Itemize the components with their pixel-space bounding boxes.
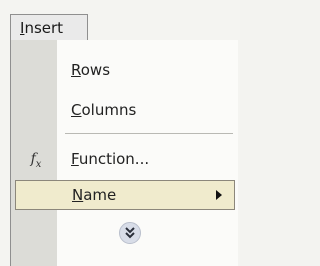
insert-dropdown-menu: Rows Columns fx Function... Name [10,40,238,266]
menu-item-name-label: Name [72,181,116,209]
double-chevron-down-icon [125,227,135,239]
menu-item-rows-label: Rows [71,54,110,86]
columns-label-rest: olumns [81,101,137,119]
menu-insert-label: nsert [24,19,64,37]
rows-accelerator: R [71,61,81,79]
menu-insert[interactable]: Insert [10,14,88,40]
menu-item-columns[interactable]: Columns [11,94,235,126]
menu-item-function[interactable]: fx Function... [11,143,235,175]
screen: Insert Rows Columns fx Function... Name [0,0,240,266]
fx-icon: fx [30,151,42,170]
name-label-rest: ame [83,186,117,204]
expand-menu-button[interactable] [119,222,141,244]
menu-item-rows[interactable]: Rows [11,54,235,86]
function-label-rest: unction... [78,150,150,168]
function-accelerator: F [71,150,79,168]
menu-item-name[interactable]: Name [15,180,235,210]
submenu-arrow-icon [216,190,222,200]
rows-label-rest: ows [80,61,111,79]
menu-item-function-label: Function... [71,143,149,175]
menu-item-columns-label: Columns [71,94,136,126]
columns-accelerator: C [71,101,82,119]
menu-separator [65,133,233,134]
name-accelerator: N [72,186,84,204]
